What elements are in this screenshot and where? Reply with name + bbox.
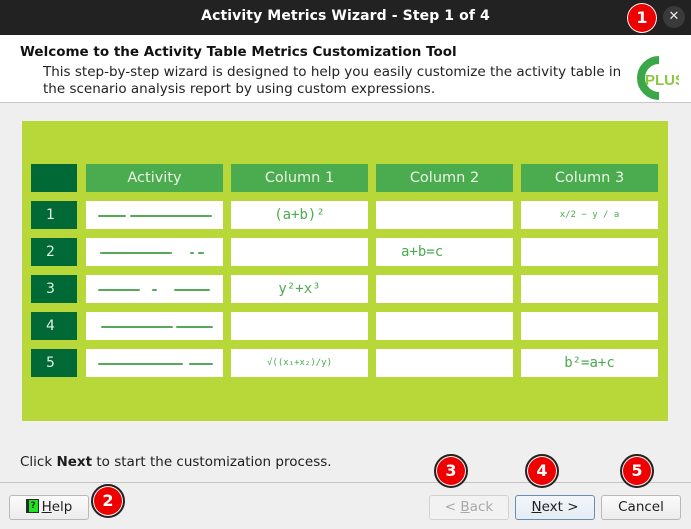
help-label: elp	[51, 499, 73, 515]
annotation-badge: 5	[620, 454, 654, 488]
expression-cell: x/2 − y / a	[521, 201, 658, 229]
activity-cell	[86, 201, 223, 229]
expression-cell	[231, 312, 368, 340]
annotation-badge: 1	[625, 1, 659, 35]
expression-cell	[521, 312, 658, 340]
column-header: Column 3	[521, 164, 658, 192]
activity-cell	[86, 275, 223, 303]
activity-cell	[86, 238, 223, 266]
activity-table-illustration: Activity Column 1 Column 2 Column 3 1 (a…	[22, 121, 668, 421]
header-title: Welcome to the Activity Table Metrics Cu…	[20, 44, 457, 60]
column-header: Activity	[86, 164, 223, 192]
next-mnemonic: N	[531, 499, 542, 515]
row-number: 1	[31, 201, 77, 229]
instruction-bold: Next	[56, 454, 93, 470]
window-title: Activity Metrics Wizard - Step 1 of 4	[201, 8, 490, 24]
corner-cell	[31, 164, 77, 192]
expression-cell	[521, 238, 658, 266]
logo-text: PLUS	[645, 72, 679, 89]
header-subtitle: This step-by-step wizard is designed to …	[43, 64, 622, 97]
expression-cell: b²=a+c	[521, 349, 658, 377]
wizard-header: Welcome to the Activity Table Metrics Cu…	[0, 35, 691, 103]
instruction-text: Click Next to start the customization pr…	[20, 454, 332, 470]
instruction-suffix: to start the customization process.	[92, 454, 332, 470]
cancel-button[interactable]: Cancel	[601, 495, 681, 520]
column-header: Column 2	[376, 164, 513, 192]
row-number: 3	[31, 275, 77, 303]
row-number: 5	[31, 349, 77, 377]
instruction-prefix: Click	[20, 454, 57, 470]
back-mnemonic: B	[460, 499, 470, 515]
window-titlebar: Activity Metrics Wizard - Step 1 of 4 ✕	[0, 0, 691, 35]
back-button[interactable]: < Back	[429, 495, 509, 520]
back-label: ack	[469, 499, 494, 515]
annotation-badge: 3	[434, 454, 468, 488]
help-button[interactable]: ? Help	[9, 495, 89, 520]
back-prefix: <	[444, 499, 461, 515]
cplus-logo-icon: PLUS	[637, 56, 679, 100]
row-number: 4	[31, 312, 77, 340]
column-header: Column 1	[231, 164, 368, 192]
activity-cell	[86, 349, 223, 377]
annotation-badge: 4	[525, 454, 559, 488]
close-button[interactable]: ✕	[663, 6, 685, 28]
expression-cell	[376, 349, 513, 377]
row-number: 2	[31, 238, 77, 266]
expression-cell	[521, 275, 658, 303]
help-mnemonic: H	[41, 499, 52, 515]
close-icon: ✕	[668, 9, 680, 24]
expression-cell: √((x₁+x₂)/y)	[231, 349, 368, 377]
expression-cell	[376, 312, 513, 340]
expression-cell: a+b=c	[376, 238, 513, 266]
help-book-icon: ?	[25, 499, 39, 513]
next-label: ext >	[541, 499, 579, 515]
footer-separator	[0, 482, 691, 483]
expression-cell: (a+b)²	[231, 201, 368, 229]
next-button[interactable]: Next >	[515, 495, 595, 520]
expression-cell	[376, 275, 513, 303]
expression-cell: y²+x³	[231, 275, 368, 303]
activity-cell	[86, 312, 223, 340]
expression-cell	[376, 201, 513, 229]
annotation-badge: 2	[91, 484, 125, 518]
expression-cell	[231, 238, 368, 266]
